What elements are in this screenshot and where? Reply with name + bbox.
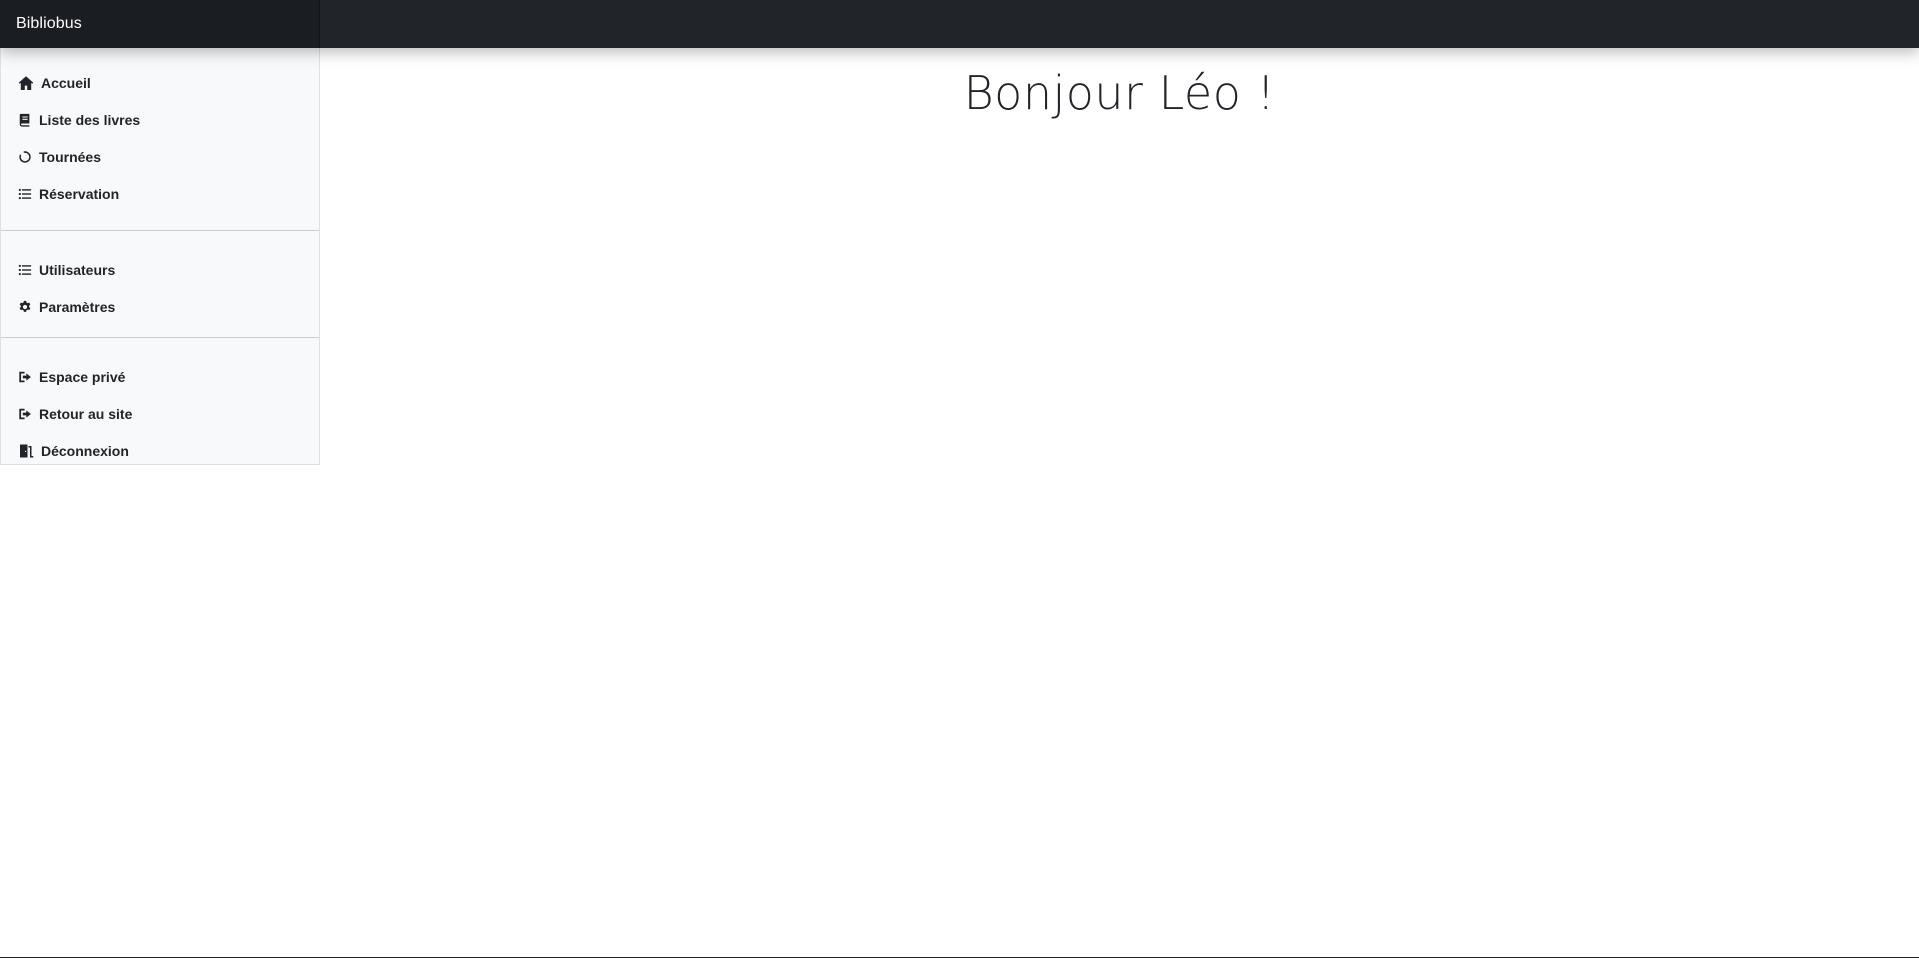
sidebar-item-retour-au-site[interactable]: Retour au site bbox=[1, 395, 319, 432]
sidebar-item-label: Liste des livres bbox=[39, 111, 141, 128]
home-icon bbox=[17, 75, 35, 91]
door-open-icon bbox=[17, 443, 35, 459]
sidebar-item-label: Espace privé bbox=[39, 368, 126, 385]
sidebar-group-main: Accueil Liste des livres Tournées Réserv… bbox=[1, 48, 319, 230]
sidebar-group-account: Espace privé Retour au site Déconnexion bbox=[1, 337, 319, 465]
sidebar-item-label: Accueil bbox=[41, 74, 91, 91]
list-icon bbox=[17, 262, 33, 278]
sidebar-item-label: Paramètres bbox=[39, 298, 116, 315]
sidebar-item-espace-prive[interactable]: Espace privé bbox=[1, 358, 319, 395]
sidebar-item-utilisateurs[interactable]: Utilisateurs bbox=[1, 251, 319, 288]
sidebar-item-accueil[interactable]: Accueil bbox=[1, 64, 319, 101]
sidebar-item-label: Retour au site bbox=[39, 405, 133, 422]
sidebar-item-label: Déconnexion bbox=[41, 442, 129, 459]
sign-out-icon bbox=[17, 406, 33, 422]
sidebar-item-label: Tournées bbox=[39, 148, 101, 165]
brand-link[interactable]: Bibliobus bbox=[16, 15, 82, 33]
gear-icon bbox=[17, 299, 33, 315]
main-content: Bonjour Léo ! bbox=[320, 48, 1919, 958]
sidebar-item-tournees[interactable]: Tournées bbox=[1, 138, 319, 175]
sidebar: Accueil Liste des livres Tournées Réserv… bbox=[0, 48, 320, 465]
page-title: Bonjour Léo ! bbox=[963, 66, 1276, 120]
sidebar-item-label: Utilisateurs bbox=[39, 261, 116, 278]
sign-out-icon bbox=[17, 369, 33, 385]
brand-container: Bibliobus bbox=[0, 0, 320, 48]
book-icon bbox=[17, 112, 33, 128]
sidebar-item-label: Réservation bbox=[39, 185, 120, 202]
top-navbar: Bibliobus bbox=[0, 0, 1919, 48]
sidebar-item-deconnexion[interactable]: Déconnexion bbox=[1, 432, 319, 469]
sidebar-item-reservation[interactable]: Réservation bbox=[1, 175, 319, 212]
circle-arrow-icon bbox=[17, 149, 33, 165]
list-icon bbox=[17, 186, 33, 202]
sidebar-item-liste-des-livres[interactable]: Liste des livres bbox=[1, 101, 319, 138]
sidebar-group-admin: Utilisateurs Paramètres bbox=[1, 230, 319, 337]
sidebar-item-parametres[interactable]: Paramètres bbox=[1, 288, 319, 325]
